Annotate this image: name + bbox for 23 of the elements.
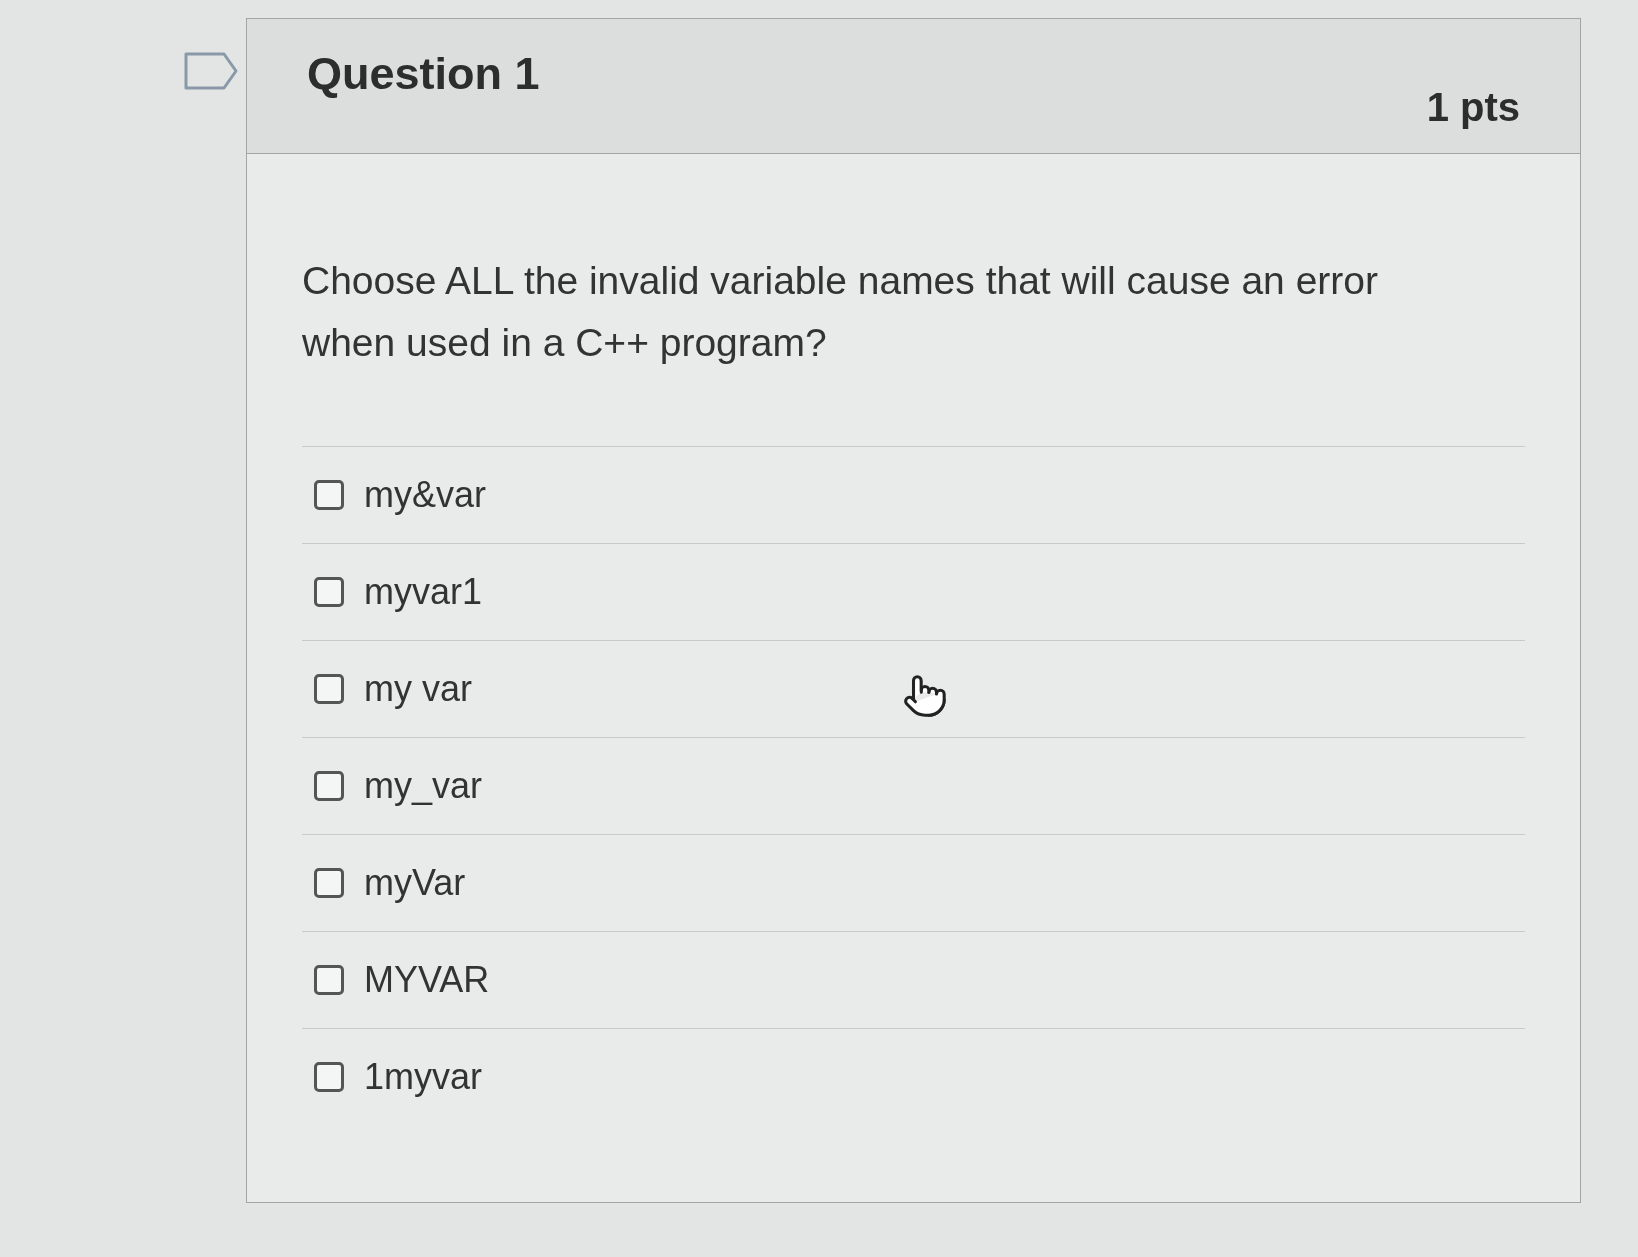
answer-option[interactable]: myvar1 bbox=[302, 543, 1525, 640]
question-title: Question 1 bbox=[307, 47, 540, 96]
option-label: my_var bbox=[364, 768, 483, 804]
option-label: MYVAR bbox=[364, 962, 490, 998]
option-label: myvar1 bbox=[364, 574, 483, 610]
checkbox[interactable] bbox=[314, 868, 344, 898]
checkbox[interactable] bbox=[314, 965, 344, 995]
checkbox[interactable] bbox=[314, 674, 344, 704]
checkbox[interactable] bbox=[314, 577, 344, 607]
option-label: myVar bbox=[364, 865, 466, 901]
question-text: Choose ALL the invalid variable names that will cause an error when used in a C++ program? bbox=[302, 258, 1379, 366]
answer-option[interactable]: myVar bbox=[302, 834, 1525, 931]
answer-option[interactable]: 1myvar bbox=[302, 1028, 1525, 1125]
points-label: 1 pts bbox=[1426, 87, 1520, 131]
checkbox[interactable] bbox=[314, 1062, 344, 1092]
checkbox[interactable] bbox=[314, 480, 344, 510]
answer-option[interactable]: MYVAR bbox=[302, 931, 1525, 1028]
answer-option[interactable]: my&var bbox=[302, 446, 1525, 543]
checkbox[interactable] bbox=[314, 771, 344, 801]
option-label: my&var bbox=[364, 477, 486, 513]
option-label: 1myvar bbox=[364, 1059, 483, 1095]
option-label: my var bbox=[364, 671, 472, 707]
answer-option[interactable]: my_var bbox=[302, 737, 1525, 834]
